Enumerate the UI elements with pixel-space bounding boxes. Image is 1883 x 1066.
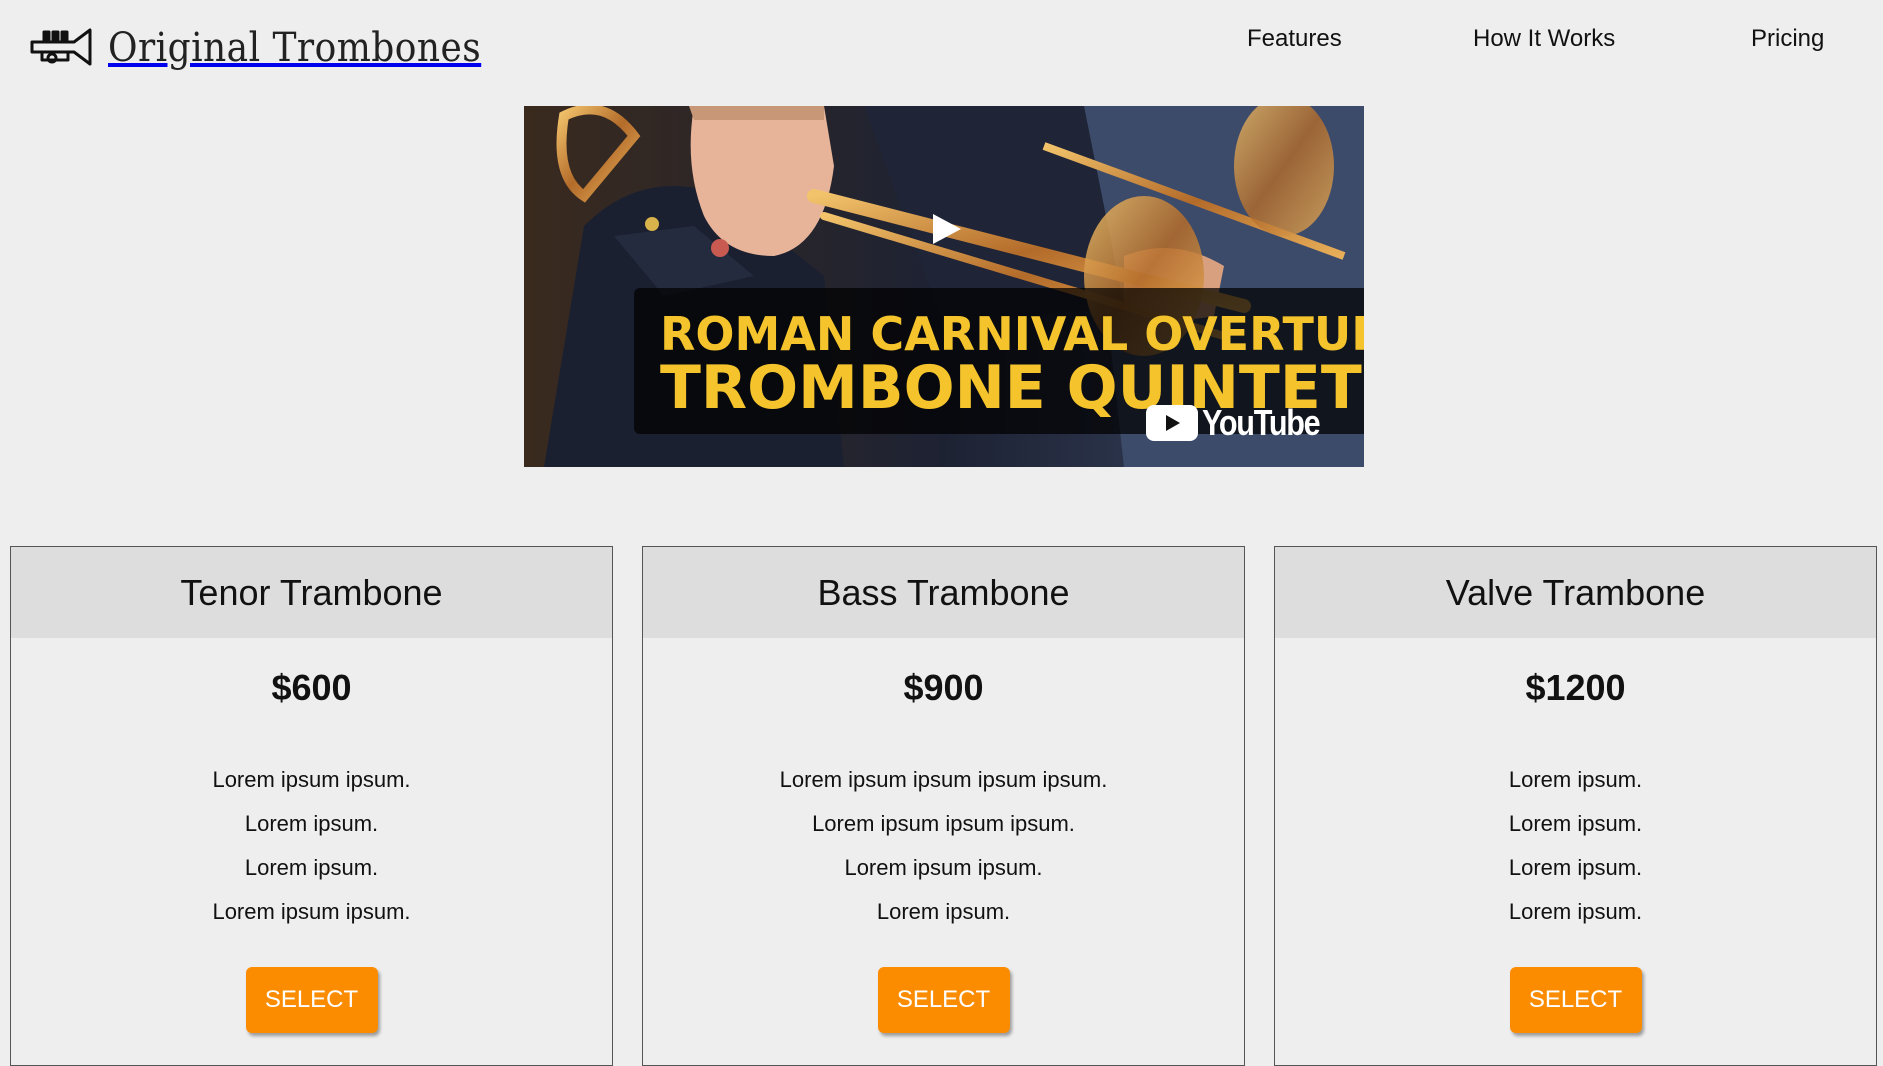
youtube-wordmark: YouTube — [1201, 402, 1321, 443]
plan-name: Bass Trambone — [643, 547, 1244, 638]
plan-feature: Lorem ipsum ipsum ipsum. — [812, 811, 1075, 836]
pricing-card-bass: Bass Trambone $900 Lorem ipsum ipsum ips… — [642, 546, 1245, 1066]
select-button-valve[interactable]: SELECT — [1509, 967, 1642, 1033]
plan-features: Lorem ipsum ipsum. Lorem ipsum. Lorem ip… — [11, 758, 612, 934]
plan-price: $1200 — [1525, 667, 1626, 708]
plan-feature: Lorem ipsum. — [1508, 767, 1643, 792]
video-title-line1: ROMAN CARNIVAL OVERTURE — [660, 307, 1364, 361]
plan-feature: Lorem ipsum. — [876, 899, 1011, 924]
site-header: Original Trombones Features How It Works… — [0, 0, 1883, 100]
select-button-tenor[interactable]: SELECT — [245, 967, 378, 1033]
plan-feature: Lorem ipsum ipsum ipsum ipsum. — [779, 767, 1108, 792]
play-icon — [933, 214, 961, 244]
main-nav: Features How It Works Pricing — [0, 24, 1883, 54]
plan-price: $600 — [271, 667, 352, 708]
plan-feature: Lorem ipsum. — [244, 811, 379, 836]
pricing-section: Tenor Trambone $600 Lorem ipsum ipsum. L… — [0, 546, 1883, 1066]
plan-feature: Lorem ipsum. — [1508, 855, 1643, 880]
play-button[interactable] — [919, 206, 975, 252]
plan-feature: Lorem ipsum. — [1508, 899, 1643, 924]
video-player[interactable]: ROMAN CARNIVAL OVERTURE TROMBONE QUINTET… — [524, 106, 1364, 467]
youtube-badge[interactable]: YouTube — [1145, 402, 1340, 443]
select-button-bass[interactable]: SELECT — [877, 967, 1010, 1033]
plan-features: Lorem ipsum ipsum ipsum ipsum. Lorem ips… — [643, 758, 1244, 934]
plan-feature: Lorem ipsum ipsum. — [212, 767, 411, 792]
plan-feature: Lorem ipsum ipsum. — [212, 899, 411, 924]
pricing-card-tenor: Tenor Trambone $600 Lorem ipsum ipsum. L… — [10, 546, 613, 1066]
plan-name: Tenor Trambone — [11, 547, 612, 638]
nav-link-features[interactable]: Features — [1247, 24, 1342, 54]
plan-name: Valve Trambone — [1275, 547, 1876, 638]
nav-link-how-it-works[interactable]: How It Works — [1473, 24, 1615, 54]
plan-feature: Lorem ipsum. — [244, 855, 379, 880]
nav-link-pricing[interactable]: Pricing — [1751, 24, 1824, 54]
pricing-card-valve: Valve Trambone $1200 Lorem ipsum. Lorem … — [1274, 546, 1877, 1066]
plan-features: Lorem ipsum. Lorem ipsum. Lorem ipsum. L… — [1275, 758, 1876, 934]
plan-price: $900 — [903, 667, 984, 708]
plan-feature: Lorem ipsum. — [1508, 811, 1643, 836]
plan-feature: Lorem ipsum ipsum. — [844, 855, 1043, 880]
youtube-icon — [1145, 405, 1198, 441]
